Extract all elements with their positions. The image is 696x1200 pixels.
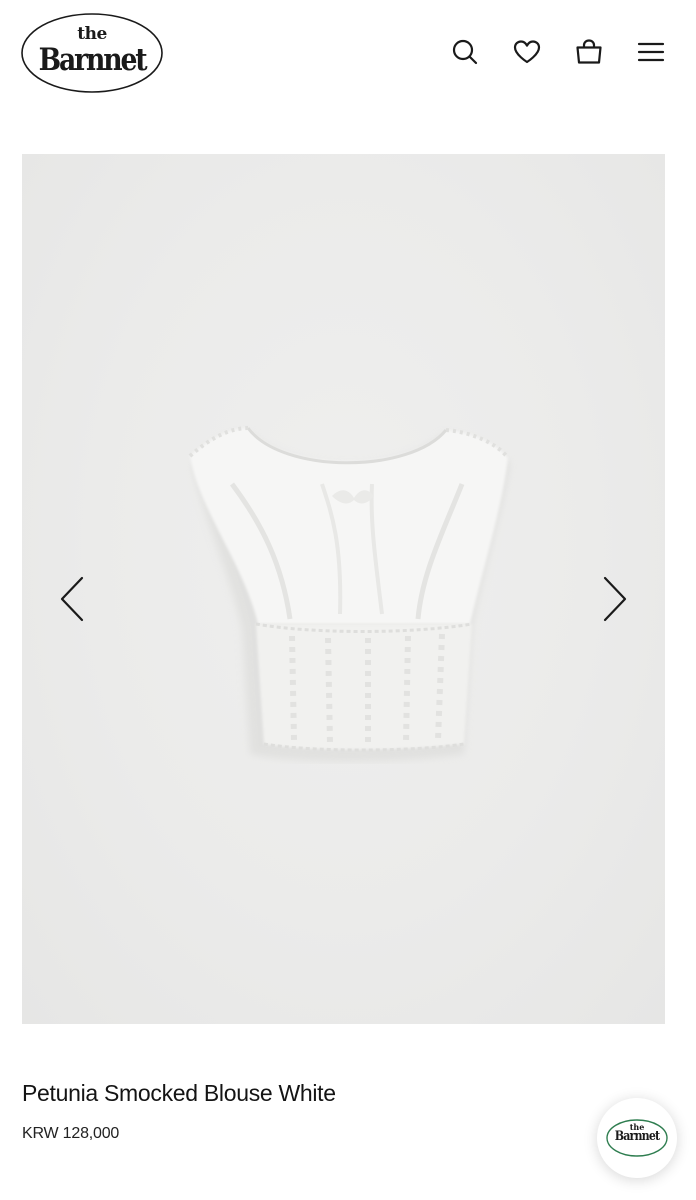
heart-icon[interactable] xyxy=(510,35,544,69)
gallery-prev-button[interactable] xyxy=(50,566,94,632)
product-gallery xyxy=(22,154,665,1024)
chevron-left-icon xyxy=(60,576,84,622)
chevron-right-icon xyxy=(603,576,627,622)
floating-chat-button[interactable]: the Barnnet xyxy=(597,1098,677,1178)
product-title: Petunia Smocked Blouse White xyxy=(22,1080,336,1106)
search-icon[interactable] xyxy=(448,35,482,69)
brand-logo[interactable]: the Barnnet xyxy=(20,12,164,94)
product-image[interactable] xyxy=(172,424,522,764)
shopping-bag-icon[interactable] xyxy=(572,35,606,69)
site-header: the Barnnet xyxy=(0,0,696,110)
menu-icon[interactable] xyxy=(634,35,668,69)
fab-logo-text-main: Barnnet xyxy=(614,1129,660,1144)
header-actions xyxy=(448,32,668,72)
logo-text-the: the xyxy=(77,24,107,44)
gallery-next-button[interactable] xyxy=(593,566,637,632)
logo-text-main: Barnnet xyxy=(38,42,148,78)
product-price: KRW 128,000 xyxy=(22,1125,120,1142)
